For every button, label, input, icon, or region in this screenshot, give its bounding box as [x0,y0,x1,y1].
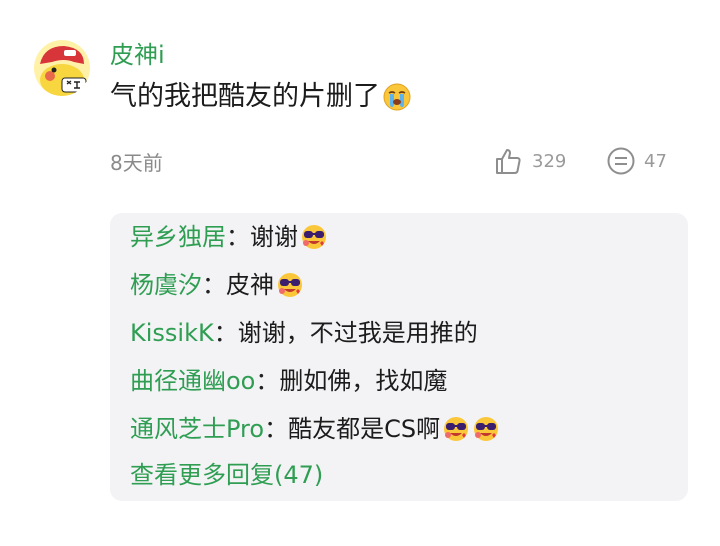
reply-text: 酷友都是CS啊 [288,415,441,443]
username[interactable]: 皮神i [110,40,165,70]
sunglasses-heart-eyes-emoji-icon [300,223,328,251]
thumbs-up-icon [496,149,521,174]
reply-author[interactable]: 异乡独居 [130,221,226,253]
reply-text: 谢谢 [250,223,298,251]
avatar[interactable] [34,40,90,96]
reply-text: 删如佛，找如魔 [279,367,448,395]
view-more-replies-link[interactable]: 查看更多回复(47) [130,459,323,491]
comment-count: 47 [644,150,667,172]
reply-item[interactable]: 通风芝士Pro ： 酷友都是CS啊 [130,413,500,445]
like-button[interactable]: 329 [494,146,566,176]
reply-author[interactable]: 曲径通幽oo [130,365,255,397]
comment-bubble-icon [607,147,635,175]
reply-author[interactable]: 杨虞汐 [130,269,202,301]
reply-item[interactable]: 杨虞汐 ： 皮神 [130,269,304,301]
post-time: 8天前 [110,151,163,175]
reply-item[interactable]: 曲径通幽oo ： 删如佛，找如魔 [130,365,447,397]
reply-text: 谢谢，不过我是用推的 [237,319,478,347]
sunglasses-heart-eyes-emoji-icon [442,415,470,443]
avatar-image [34,40,90,96]
sunglasses-heart-eyes-emoji-icon [472,415,500,443]
reply-author[interactable]: 通风芝士Pro [130,413,264,445]
comment-button[interactable]: 47 [606,146,667,176]
like-count: 329 [532,150,567,172]
replies-panel: 异乡独居 ： 谢谢 杨虞汐 ： 皮神 KissikK ： 谢谢，不过我是用推的 … [110,213,688,501]
post-content: 气的我把酷友的片删了 [110,80,412,114]
reply-item[interactable]: 异乡独居 ： 谢谢 [130,221,328,253]
sunglasses-heart-eyes-emoji-icon [276,271,304,299]
reply-item[interactable]: KissikK ： 谢谢，不过我是用推的 [130,317,478,349]
reply-text: 皮神 [226,271,274,299]
crying-face-emoji-icon [382,82,412,112]
post-text: 气的我把酷友的片删了 [110,81,380,112]
reply-author[interactable]: KissikK [130,317,214,349]
